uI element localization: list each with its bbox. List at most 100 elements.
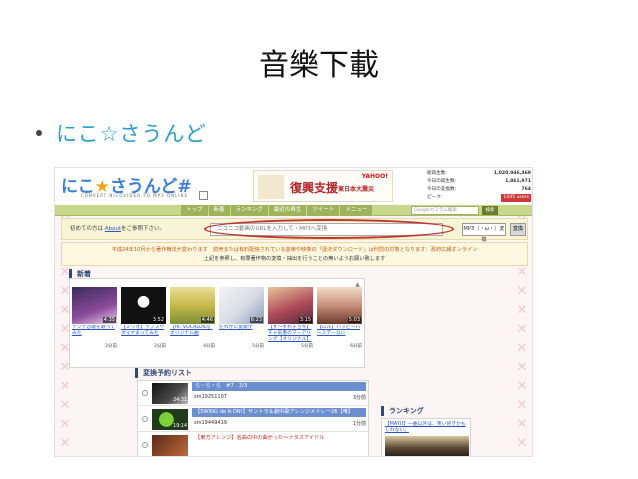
site-header: にこ★さうんど# CONVERT NICOVIDEO TO MP3 ONLINE… [55,168,532,204]
stat-row: 今日の再生数: 1,861,971 [427,178,531,186]
video-item[interactable]: 3:15 【ず～ずれチョキ】チャ気者のマーアリング【オリジナル】 5分前 [268,287,313,349]
copyright-notice: 平成24年10月から著作権法が変わります 前売または有料配信されている音楽や映像… [61,242,528,266]
video-item[interactable]: 6:23 だれかに愛歌が 5分前 [219,287,264,349]
about-link[interactable]: About [105,226,121,232]
slide: 音樂下載 にこ☆さうんど ✕✕✕✕✕✕✕✕✕✕✕✕✕✕✕ ✕✕✕✕✕✕✕✕✕✕✕… [0,0,638,479]
conversion-thumbnail[interactable] [152,435,188,456]
bullet-icon [36,130,42,136]
nav-item-new[interactable]: 新着 [208,205,231,216]
video-time: 2分前 [105,344,117,349]
row-radio[interactable] [142,416,148,422]
ad-subtitle: 東日本大震災 [338,186,375,193]
help-suffix: をご参照下さい。 [121,226,166,232]
stat-label: 今日の変換数: [427,187,457,192]
conversion-time: 3分前 [352,395,366,401]
row-radio[interactable] [142,390,148,396]
logo-subtitle: CONVERT NICOVIDEO TO MP3 ONLINE [81,193,188,198]
conversion-duration: 19:14 [173,424,187,429]
video-time: 5分前 [301,344,313,349]
yahoo-logo: YAHOO! [361,173,388,180]
conversion-row[interactable]: 【東方アレンジ】名曲の中の曲がった～ナタスアイドル [138,433,370,456]
mp3-convert-button[interactable]: MP3（・ω・）変換 [462,223,506,243]
video-time: 6分前 [350,344,362,349]
website-screenshot: ✕✕✕✕✕✕✕✕✕✕✕✕✕✕✕ ✕✕✕✕✕✕✕✕✕✕✕✕✕✕✕ にこ★さうんど#… [54,167,533,457]
video-thumbnail[interactable]: 6:23 [219,287,264,324]
highlight-circle [204,219,454,239]
ad-title: 復興支援 [290,181,339,195]
video-duration: 3:15 [298,317,312,323]
video-title-link[interactable]: 【ロル】ハッピーバースデーなに [317,325,362,343]
new-videos-panel: ▲ 4:35 テンテ恋歌を歌ってみた 2分前 3:52 【ミリオ】ラプスウダイヤ… [69,278,365,368]
video-duration: 5:03 [347,317,361,323]
stat-label: 今日の再生数: [427,179,457,184]
video-duration: 3:52 [151,317,165,323]
nav-item-menu[interactable]: メニュー [340,205,374,216]
notice-line-2: 上記を参照し、有罪著作物の変換・抽出を行うことの無いようお願い致します [203,256,386,262]
url-convert-bar: 初めての方は Aboutをご参照下さい。 ニコニコ動画のURLを入力して・MP3… [61,218,528,243]
video-thumbnail[interactable]: 4:35 [72,287,117,324]
video-thumbnail[interactable]: 5:03 [317,287,362,324]
ranking-panel: 【MAYU】一曲以外は、笑い好きかもしれない。 [381,418,471,456]
video-thumbnail[interactable]: 3:52 [121,287,166,324]
slide-title: 音樂下載 [259,48,379,83]
nav-bar: トップ 新着 ランキング 最近の再生 ツイート メニュー Googleカスタム検… [55,205,532,216]
bullet-text: にこ☆さうんど [56,122,207,146]
stat-row: 総再生数: 1,020,946,469 [427,170,531,178]
nav-item-recent[interactable]: 最近の再生 [268,205,308,216]
video-duration: 4:35 [102,317,116,323]
video-thumbnail[interactable]: 4:46 [170,287,215,324]
stat-label: 総再生数: [427,171,447,176]
nav-item-top[interactable]: トップ [181,205,209,216]
ad-banner[interactable]: 復興支援 東日本大震災 YAHOO! [253,170,393,202]
new-videos-list: 4:35 テンテ恋歌を歌ってみた 2分前 3:52 【ミリオ】ラプスウダイヤまっ… [72,287,366,349]
conversion-title[interactable]: 【東方アレンジ】名曲の中の曲がった～ナタスアイドル [192,434,366,443]
nav-item-tweet[interactable]: ツイート [307,205,341,216]
conversion-duration: 24:31 [173,398,187,403]
conversion-title[interactable]: 【SWING de K-ON!】サントラ＆劇中歌アレンジメドレー26【唯】 [192,408,366,417]
search-button[interactable]: 検索 [482,206,498,215]
video-thumbnail[interactable]: 3:15 [268,287,313,324]
video-time: 4分前 [203,344,215,349]
search-input[interactable]: Googleカスタム検索 [411,206,479,215]
conversion-thumbnail[interactable]: 19:14 [152,409,188,430]
video-title-link[interactable]: 【ず～ずれチョキ】チャ気者のマーアリング【オリジナル】 [268,325,313,343]
video-title-link[interactable]: 【re: VOCALOID】オリジナル曲 [170,325,215,343]
logo-badge-icon [199,191,208,200]
video-item[interactable]: 4:35 テンテ恋歌を歌ってみた 2分前 [72,287,117,349]
video-title-link[interactable]: 【ミリオ】ラプスウダイヤまってみた [121,325,166,343]
stat-value: 1,020,946,469 [493,171,531,176]
conversion-row[interactable]: 24:31 ら・ら・ら #7 2/3 sm19251107 3分前 [138,381,370,406]
video-duration: 6:23 [249,317,263,323]
convert-button[interactable]: 変換 [510,223,526,236]
video-item[interactable]: 4:46 【re: VOCALOID】オリジナル曲 4分前 [170,287,215,349]
stat-label: ピーク: [427,195,443,200]
conversion-thumbnail[interactable]: 24:31 [152,383,188,404]
ad-thumbnail [258,175,284,199]
video-title-link[interactable]: だれかに愛歌が [219,325,264,343]
stat-value: 764 [521,187,531,192]
conversion-time: 1分前 [352,421,366,427]
conversion-video-id: sm19449419 [194,420,227,426]
ranking-thumbnail[interactable] [385,436,469,456]
ranking-heading: ランキング [381,406,424,416]
peak-users-badge: 1445 users [501,194,531,202]
nav-item-ranking[interactable]: ランキング [230,205,269,216]
stat-row: 今日の変換数: 764 [427,186,531,194]
help-text: 初めての方は Aboutをご参照下さい。 [70,224,165,232]
video-time: 5分前 [252,344,264,349]
video-duration: 4:46 [200,317,214,323]
video-time: 2分前 [154,344,166,349]
video-item[interactable]: 5:03 【ロル】ハッピーバースデーなに 6分前 [317,287,362,349]
stat-row: ピーク: 1445 users [427,194,531,202]
site-stats: 総再生数: 1,020,946,469 今日の再生数: 1,861,971 今日の変… [427,170,531,202]
stat-value: 1,861,971 [505,179,531,184]
help-prefix: 初めての方は [70,226,104,232]
conversion-row[interactable]: 19:14 【SWING de K-ON!】サントラ＆劇中歌アレンジメドレー26… [138,407,370,432]
row-radio[interactable] [142,442,148,448]
conversion-video-id: sm19251107 [194,394,227,400]
video-title-link[interactable]: テンテ恋歌を歌ってみた [72,325,117,343]
bullet-item: にこ☆さうんど [36,118,207,148]
ranking-item-link[interactable]: 【MAYU】一曲以外は、笑い好きかもしれない。 [385,422,469,434]
conversion-title[interactable]: ら・ら・ら #7 2/3 [192,382,366,391]
video-item[interactable]: 3:52 【ミリオ】ラプスウダイヤまってみた 2分前 [121,287,166,349]
